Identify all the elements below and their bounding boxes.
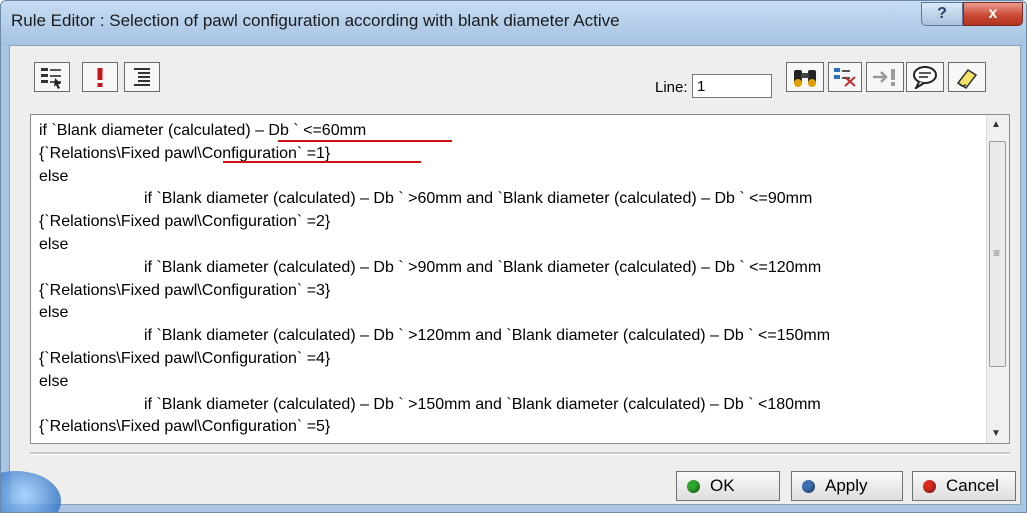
scrollbar-thumb[interactable]: ≡ xyxy=(989,141,1006,367)
close-icon: x xyxy=(988,5,998,22)
rule-editor-window: Rule Editor : Selection of pawl configur… xyxy=(0,0,1027,513)
rule-code: if `Blank diameter (calculated) – Db ` <… xyxy=(39,120,987,439)
code-line: if `Blank diameter (calculated) – Db ` >… xyxy=(144,190,813,208)
cancel-label: Cancel xyxy=(946,476,999,495)
code-line: if `Blank diameter (calculated) – Db ` >… xyxy=(144,395,821,413)
apply-status-icon xyxy=(802,479,815,493)
binoculars-icon xyxy=(794,70,816,87)
code-line: else xyxy=(39,235,69,253)
ok-button[interactable]: OK xyxy=(676,471,780,501)
code-line: else xyxy=(39,304,69,322)
code-line: if `Blank diameter (calculated) – Db ` >… xyxy=(144,258,822,276)
help-icon: ? xyxy=(937,5,947,22)
close-button[interactable]: x xyxy=(963,2,1023,26)
insert-result-button[interactable] xyxy=(866,62,904,92)
speech-bubble-icon xyxy=(913,66,937,89)
exclamation-button[interactable] xyxy=(82,62,118,92)
help-button[interactable]: ? xyxy=(921,2,963,26)
text-lines-icon xyxy=(134,68,150,86)
text-lines-button[interactable] xyxy=(124,62,160,92)
code-line: {`Relations\Fixed pawl\Configuration` =4… xyxy=(39,349,331,367)
ok-label: OK xyxy=(710,476,735,495)
object-browser-button[interactable] xyxy=(828,62,862,92)
apply-button[interactable]: Apply xyxy=(791,471,903,501)
annotation-underline xyxy=(223,161,421,163)
code-line: {`Relations\Fixed pawl\Configuration` =1… xyxy=(39,144,331,162)
grip-icon: ≡ xyxy=(993,246,1001,260)
line-number-input[interactable] xyxy=(692,74,772,98)
find-button[interactable] xyxy=(786,62,824,92)
rule-text-editor[interactable]: if `Blank diameter (calculated) – Db ` <… xyxy=(30,114,1010,444)
line-label: Line: xyxy=(655,79,688,96)
cancel-button[interactable]: Cancel xyxy=(912,471,1016,501)
apply-label: Apply xyxy=(825,476,868,495)
title-bar[interactable]: Rule Editor : Selection of pawl configur… xyxy=(1,1,1026,45)
cancel-status-icon xyxy=(923,479,936,493)
dialog-body: Line: 1 if `Blank diameter (calculated) … xyxy=(9,45,1021,505)
comment-button[interactable] xyxy=(906,62,944,92)
arrow-exclamation-icon xyxy=(873,69,895,86)
code-line: if `Blank diameter (calculated) – Db ` <… xyxy=(39,122,367,139)
annotation-underline xyxy=(278,140,452,142)
code-line: else xyxy=(39,167,69,185)
object-browser-icon xyxy=(834,68,856,87)
window-title: Rule Editor : Selection of pawl configur… xyxy=(11,11,620,30)
erase-button[interactable] xyxy=(948,62,986,92)
scroll-down-arrow[interactable]: ▼ xyxy=(991,428,1001,439)
tree-filter-icon xyxy=(41,68,61,89)
ok-status-icon xyxy=(687,479,700,493)
code-line: {`Relations\Fixed pawl\Configuration` =3… xyxy=(39,281,331,299)
code-line: if `Blank diameter (calculated) – Db ` >… xyxy=(144,327,831,345)
code-line: {`Relations\Fixed pawl\Configuration` =5… xyxy=(39,418,331,436)
eraser-icon xyxy=(956,69,978,89)
code-line: {`Relations\Fixed pawl\Configuration` =2… xyxy=(39,213,331,231)
scroll-up-arrow[interactable]: ▲ xyxy=(991,119,1001,130)
separator xyxy=(30,452,1010,455)
exclamation-icon xyxy=(97,68,103,87)
tree-filter-button[interactable] xyxy=(34,62,70,92)
code-line: else xyxy=(39,372,69,390)
vertical-scrollbar[interactable]: ▲ ≡ ▼ xyxy=(986,115,1009,443)
